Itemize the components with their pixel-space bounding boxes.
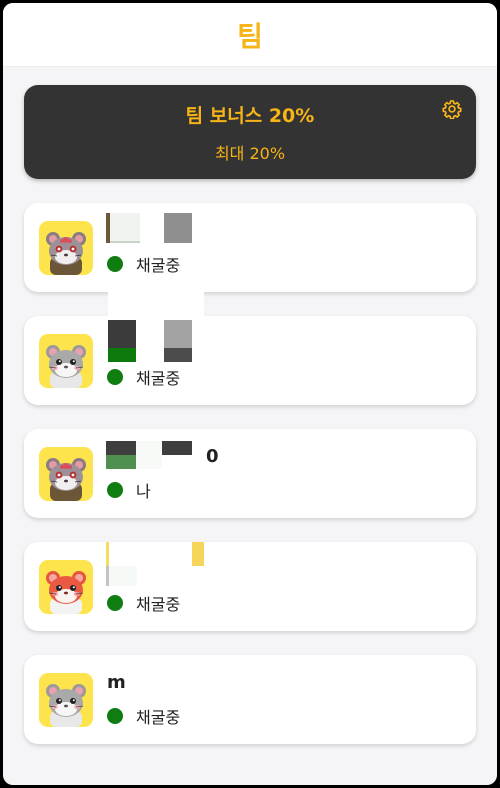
hamster-avatar [39, 220, 93, 275]
online-status-dot [107, 368, 123, 385]
member-status-row: 채굴중 [107, 365, 180, 389]
app-frame: 팀 팀 보너스 20% 최대 20% 채굴중 채굴중 0 나 채굴중 m 채굴중 [3, 3, 497, 785]
team-member-card[interactable]: 채굴중 [24, 290, 476, 405]
team-member-card[interactable]: m 채굴중 [24, 655, 476, 744]
team-member-card[interactable]: 채굴중 [24, 542, 476, 631]
redacted-name-block [106, 542, 206, 586]
online-status-dot [107, 481, 123, 498]
header: 팀 [3, 3, 497, 67]
member-status: 채굴중 [136, 594, 181, 614]
hamster-avatar [39, 446, 93, 501]
hamster-avatar [39, 672, 93, 727]
team-bonus-title: 팀 보너스 20% [185, 104, 315, 127]
online-status-dot [107, 255, 123, 272]
redacted-name-block [106, 213, 192, 243]
member-status: 채굴중 [136, 368, 181, 388]
team-bonus-card: 팀 보너스 20% 최대 20% [24, 85, 476, 179]
member-status: 채굴중 [136, 707, 181, 727]
member-status-row: 채굴중 [107, 591, 180, 615]
member-status-row: 채굴중 [107, 252, 180, 276]
team-member-card[interactable]: 0 나 [24, 429, 476, 518]
member-name: m [107, 671, 126, 693]
team-bonus-max: 최대 20% [214, 143, 286, 163]
redacted-name-block [108, 290, 204, 362]
team-member-card[interactable]: 채굴중 [24, 203, 476, 292]
gear-icon[interactable] [442, 99, 462, 119]
member-status-row: 채굴중 [107, 704, 180, 728]
online-status-dot [107, 707, 123, 724]
redacted-name-block [106, 441, 206, 469]
member-status: 나 [136, 481, 151, 501]
member-info: m 채굴중 [107, 655, 180, 744]
online-status-dot [107, 594, 123, 611]
page-title: 팀 [237, 19, 263, 53]
member-status: 채굴중 [136, 255, 181, 275]
member-status-row: 나 [107, 478, 219, 502]
hamster-avatar [39, 559, 93, 614]
content: 팀 보너스 20% 최대 20% 채굴중 채굴중 0 나 채굴중 m 채굴중 [3, 67, 497, 744]
hamster-avatar [39, 333, 93, 388]
